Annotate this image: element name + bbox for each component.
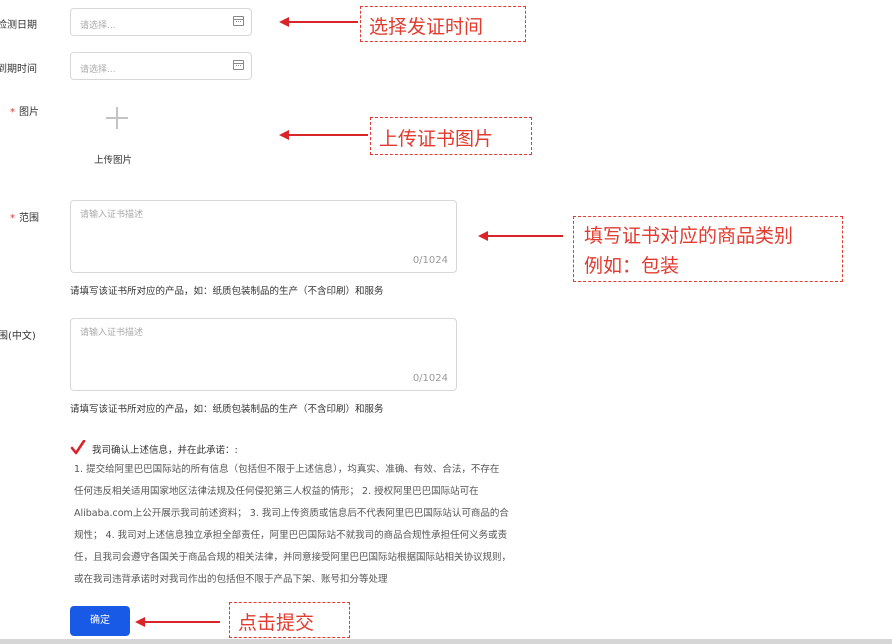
annotation-scope-note: 填写证书对应的商品类别 例如：包装: [573, 216, 843, 282]
commitment-line: 或在我司违背承诺时对我司作出的包括但不限于产品下架、账号扣分等处理: [74, 574, 388, 585]
annotation-arrow-line: [144, 621, 220, 623]
submit-button[interactable]: 确定: [70, 606, 130, 636]
inspect-date-input[interactable]: 请选择...: [70, 8, 252, 36]
inspect-date-label: 检测日期: [0, 20, 37, 31]
scope-label-text: 范围: [19, 213, 39, 224]
upload-image-text: 上传图片: [94, 155, 133, 166]
annotation-arrow-line: [487, 235, 563, 237]
annotation-scope-text-1: 填写证书对应的商品类别: [584, 225, 794, 247]
annotation-arrow-line: [288, 21, 358, 23]
expire-date-label: 到期时间: [0, 64, 37, 75]
scope-label: * 范围: [10, 209, 39, 224]
inspect-date-placeholder: 请选择...: [80, 21, 116, 31]
scope-cn-char-counter: 0/1024: [412, 373, 448, 384]
commitment-line: 任，且我司会遵守各国关于商品合规的相关法律，并同意接受阿里巴巴国际站根据国际站相…: [74, 552, 512, 563]
scope-hint: 请填写该证书所对应的产品，如：纸质包装制品的生产（不含印刷）和服务: [70, 286, 384, 297]
expire-date-placeholder: 请选择...: [80, 65, 116, 75]
annotation-arrow-line: [288, 134, 368, 136]
plus-icon-vertical: [116, 107, 118, 129]
scope-cn-label: 范围(中文): [0, 331, 36, 342]
scope-cn-hint: 请填写该证书所对应的产品，如：纸质包装制品的生产（不含印刷）和服务: [70, 404, 384, 415]
calendar-icon[interactable]: [233, 60, 244, 70]
annotation-date-note: 选择发证时间: [360, 6, 526, 42]
required-mark: *: [10, 107, 15, 118]
annotation-scope-text-2: 例如：包装: [584, 255, 680, 277]
image-label: * 图片: [10, 103, 39, 118]
commitment-checkbox[interactable]: [70, 439, 86, 456]
annotation-submit-note: 点击提交: [229, 602, 350, 638]
scope-cn-placeholder: 请输入证书描述: [80, 328, 144, 338]
image-upload-box[interactable]: 上传图片: [70, 92, 164, 182]
commitment-line: Alibaba.com上公开展示我司前述资料； 3. 我司上传资质或信息后不代表…: [74, 508, 509, 519]
commitment-text: 1. 提交给阿里巴巴国际站的所有信息（包括但不限于上述信息），均真实、准确、有效…: [74, 459, 511, 591]
annotation-image-text: 上传证书图片: [379, 128, 494, 150]
commitment-title: 我司确认上述信息，并在此承诺：:: [92, 445, 238, 456]
scope-textarea[interactable]: 请输入证书描述 0/1024: [70, 200, 457, 273]
image-label-text: 图片: [19, 107, 39, 118]
expire-date-input[interactable]: 请选择...: [70, 52, 252, 80]
annotation-submit-text: 点击提交: [238, 612, 315, 634]
commitment-line: 1. 提交给阿里巴巴国际站的所有信息（包括但不限于上述信息），均真实、准确、有效…: [74, 464, 500, 475]
annotation-image-note: 上传证书图片: [370, 117, 532, 155]
scope-cn-textarea[interactable]: 请输入证书描述 0/1024: [70, 318, 457, 391]
bottom-scrollbar[interactable]: [0, 639, 892, 644]
annotation-date-text: 选择发证时间: [369, 16, 484, 38]
checkmark-icon: [70, 439, 86, 455]
commitment-line: 任何违反相关适用国家地区法律法规及任何侵犯第三人权益的情形； 2. 授权阿里巴巴…: [74, 486, 479, 497]
commitment-line: 规性； 4. 我司对上述信息独立承担全部责任，阿里巴巴国际站不就我司的商品合规性…: [74, 530, 508, 541]
calendar-icon[interactable]: [233, 16, 244, 26]
required-mark: *: [10, 213, 15, 224]
scope-placeholder: 请输入证书描述: [80, 210, 144, 220]
scope-char-counter: 0/1024: [412, 255, 448, 266]
